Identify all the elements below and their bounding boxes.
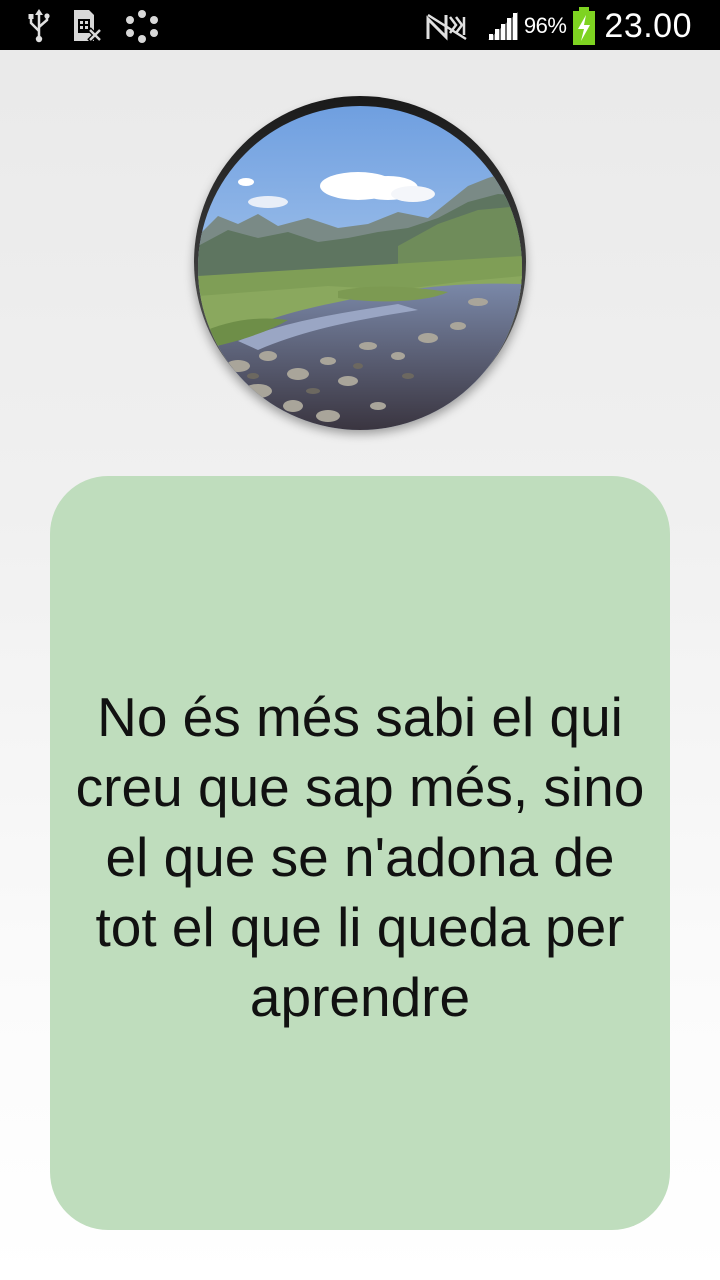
usb-icon bbox=[28, 9, 50, 43]
status-bar-system: 96% 23.00 bbox=[426, 4, 692, 48]
status-bar-clock: 23.00 bbox=[604, 6, 692, 45]
landscape-image bbox=[198, 106, 522, 430]
dots-icon bbox=[124, 9, 160, 43]
quote-text: No és més sabi el qui creu que sap més, … bbox=[75, 686, 645, 1028]
status-bar-notifications bbox=[28, 6, 160, 46]
status-bar: 96% 23.00 bbox=[0, 0, 720, 50]
screen: 96% 23.00 No és més sabi el qui creu que… bbox=[0, 0, 720, 1280]
battery-charging-icon bbox=[572, 7, 596, 45]
no-sim-icon bbox=[72, 9, 102, 43]
quote-card: No és més sabi el qui creu que sap més, … bbox=[50, 476, 670, 1230]
battery-percent: 96% bbox=[523, 13, 567, 38]
quote-photo bbox=[194, 96, 526, 430]
signal-icon bbox=[486, 10, 520, 42]
no-signal-icon bbox=[426, 11, 468, 41]
